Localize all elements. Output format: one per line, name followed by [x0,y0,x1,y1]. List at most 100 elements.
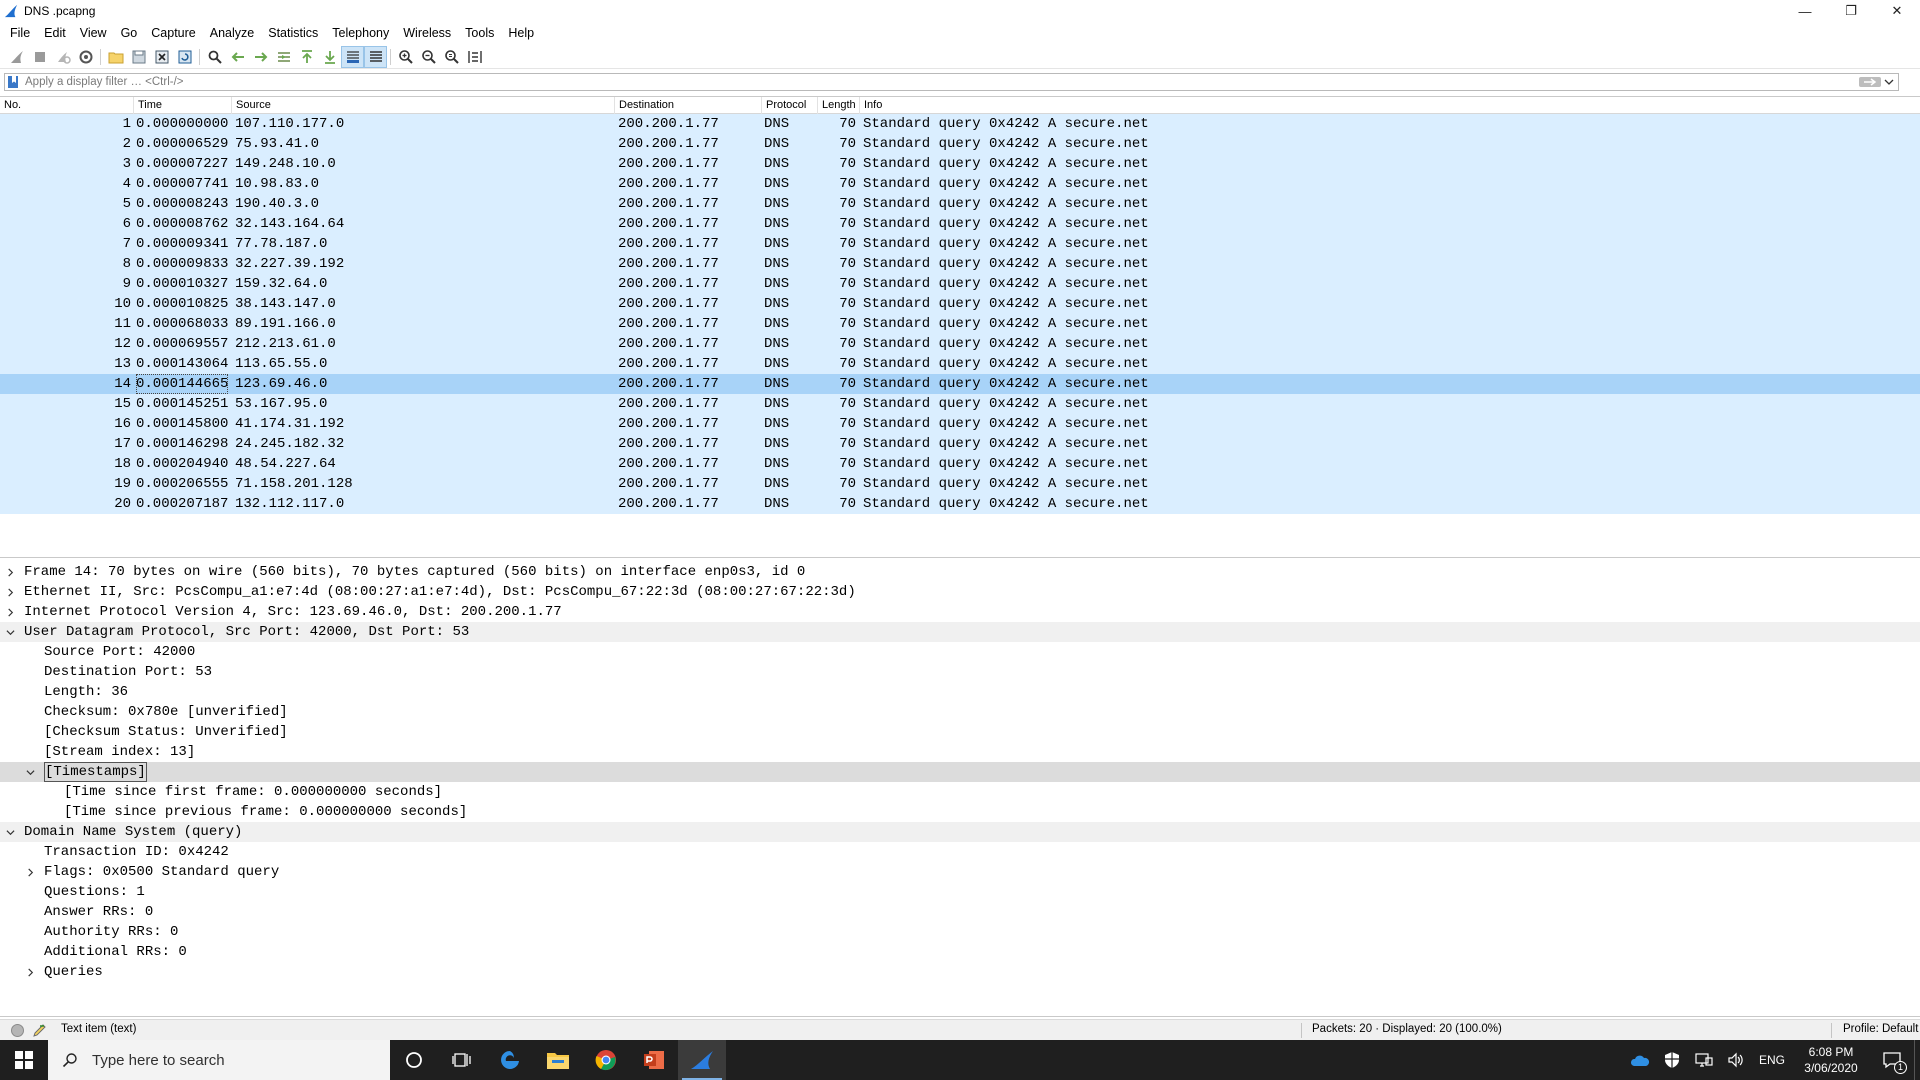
detail-tree-item[interactable]: Checksum: 0x780e [unverified] [0,702,1920,722]
security-tray-button[interactable] [1656,1040,1688,1080]
menu-statistics[interactable]: Statistics [261,23,325,44]
reload-file-button[interactable] [173,46,196,68]
autoscroll-button[interactable] [341,45,364,68]
first-packet-button[interactable] [295,46,318,68]
go-forward-button[interactable] [249,46,272,68]
detail-tree-item[interactable]: Domain Name System (query) [0,822,1920,842]
column-header-length[interactable]: Length [818,97,860,114]
capture-options-button[interactable] [74,46,97,68]
save-file-button[interactable] [127,46,150,68]
packet-row[interactable]: 20 0.000207187 132.112.117.0 200.200.1.77 DN… [0,494,1920,514]
filter-dropdown-icon[interactable] [1882,75,1896,89]
chevron-down-icon[interactable] [4,822,16,842]
menu-edit[interactable]: Edit [37,23,73,44]
detail-tree-item[interactable]: Length: 36 [0,682,1920,702]
volume-tray-button[interactable] [1720,1040,1752,1080]
display-filter-input[interactable] [25,76,1825,88]
colorize-button[interactable] [364,45,387,68]
bookmark-icon[interactable] [7,75,19,89]
packet-row[interactable]: 1 0.000000000 107.110.177.0 200.200.1.77 DNS… [0,114,1920,134]
packet-row[interactable]: 7 0.000009341 77.78.187.0 200.200.1.77 DNS 70… [0,234,1920,254]
menu-file[interactable]: File [3,23,37,44]
resize-columns-button[interactable] [463,46,486,68]
chevron-right-icon[interactable] [24,862,36,882]
packet-row[interactable]: 19 0.000206555 71.158.201.128 200.200.1.77 D… [0,474,1920,494]
normal-size-button[interactable] [440,46,463,68]
go-to-packet-button[interactable] [272,46,295,68]
packet-row[interactable]: 14 0.000144665 123.69.46.0 200.200.1.77 DNS 7… [0,374,1920,394]
chevron-down-icon[interactable] [24,762,36,782]
start-button[interactable] [0,1040,48,1080]
column-header-source[interactable]: Source [232,97,615,114]
chevron-down-icon[interactable] [4,622,16,642]
menu-go[interactable]: Go [114,23,145,44]
packet-row[interactable]: 17 0.000146298 24.245.182.32 200.200.1.77 DN… [0,434,1920,454]
menu-help[interactable]: Help [501,23,541,44]
close-button[interactable]: ✕ [1874,0,1920,22]
menu-wireless[interactable]: Wireless [396,23,458,44]
packet-row[interactable]: 18 0.000204940 48.54.227.64 200.200.1.77 DNS… [0,454,1920,474]
packet-row[interactable]: 16 0.000145800 41.174.31.192 200.200.1.77 DN… [0,414,1920,434]
packet-row[interactable]: 9 0.000010327 159.32.64.0 200.200.1.77 DNS 70… [0,274,1920,294]
start-capture-button[interactable] [5,46,28,68]
packet-row[interactable]: 12 0.000069557 212.213.61.0 200.200.1.77 DNS… [0,334,1920,354]
packet-row[interactable]: 10 0.000010825 38.143.147.0 200.200.1.77 DNS… [0,294,1920,314]
packet-row[interactable]: 3 0.000007227 149.248.10.0 200.200.1.77 DNS 7… [0,154,1920,174]
zoom-out-button[interactable] [417,46,440,68]
apply-filter-arrow-icon[interactable] [1858,75,1882,89]
chevron-right-icon[interactable] [4,582,16,602]
packet-row[interactable]: 6 0.000008762 32.143.164.64 200.200.1.77 DNS… [0,214,1920,234]
detail-tree-item[interactable]: [Time since previous frame: 0.000000000 … [0,802,1920,822]
detail-tree-item[interactable]: [Timestamps] [0,762,1920,782]
network-tray-button[interactable] [1688,1040,1720,1080]
taskbar-app-file-explorer[interactable] [534,1040,582,1080]
column-header-time[interactable]: Time [134,97,232,114]
detail-tree-item[interactable]: Ethernet II, Src: PcsCompu_a1:e7:4d (08:… [0,582,1920,602]
task-view-button[interactable] [438,1040,486,1080]
packet-row[interactable]: 4 0.000007741 10.98.83.0 200.200.1.77 DNS 70 S… [0,174,1920,194]
column-header-destination[interactable]: Destination [615,97,762,114]
detail-tree-item[interactable]: Source Port: 42000 [0,642,1920,662]
menu-view[interactable]: View [73,23,114,44]
stop-capture-button[interactable] [28,46,51,68]
detail-tree-item[interactable]: Flags: 0x0500 Standard query [0,862,1920,882]
chevron-right-icon[interactable] [4,602,16,622]
zoom-in-button[interactable] [394,46,417,68]
cortana-button[interactable] [390,1040,438,1080]
taskbar-app-edge[interactable] [486,1040,534,1080]
status-profile[interactable]: Profile: Default [1843,1023,1918,1035]
packet-row[interactable]: 5 0.000008243 190.40.3.0 200.200.1.77 DNS 70 S… [0,194,1920,214]
column-header-info[interactable]: Info [860,97,1920,114]
chevron-right-icon[interactable] [4,562,16,582]
detail-tree-item[interactable]: Internet Protocol Version 4, Src: 123.69… [0,602,1920,622]
detail-tree-item[interactable]: [Checksum Status: Unverified] [0,722,1920,742]
detail-tree-item[interactable]: [Stream index: 13] [0,742,1920,762]
expert-info-icon[interactable] [10,1023,25,1038]
detail-tree-item[interactable]: Queries [0,962,1920,982]
detail-tree-item[interactable]: Answer RRs: 0 [0,902,1920,922]
detail-tree-item[interactable]: User Datagram Protocol, Src Port: 42000,… [0,622,1920,642]
edit-comment-icon[interactable] [32,1023,47,1038]
menu-telephony[interactable]: Telephony [325,23,396,44]
column-header-no[interactable]: No. [0,97,134,114]
detail-tree-item[interactable]: Authority RRs: 0 [0,922,1920,942]
taskbar-clock[interactable]: 6:08 PM 3/06/2020 [1792,1044,1870,1076]
detail-tree-item[interactable]: Questions: 1 [0,882,1920,902]
menu-tools[interactable]: Tools [458,23,501,44]
go-back-button[interactable] [226,46,249,68]
close-file-button[interactable] [150,46,173,68]
packet-row[interactable]: 11 0.000068033 89.191.166.0 200.200.1.77 DNS… [0,314,1920,334]
detail-tree-item[interactable]: Additional RRs: 0 [0,942,1920,962]
taskbar-app-chrome[interactable] [582,1040,630,1080]
packet-row[interactable]: 8 0.000009833 32.227.39.192 200.200.1.77 DNS… [0,254,1920,274]
show-desktop-button[interactable] [1914,1040,1920,1080]
last-packet-button[interactable] [318,46,341,68]
onedrive-tray-button[interactable] [1624,1040,1656,1080]
detail-tree-item[interactable]: Frame 14: 70 bytes on wire (560 bits), 7… [0,562,1920,582]
action-center-button[interactable]: 1 [1870,1040,1914,1080]
find-packet-button[interactable] [203,46,226,68]
column-header-protocol[interactable]: Protocol [762,97,818,114]
packet-row[interactable]: 2 0.000006529 75.93.41.0 200.200.1.77 DNS 70 S… [0,134,1920,154]
open-file-button[interactable] [104,46,127,68]
restart-capture-button[interactable] [51,46,74,68]
